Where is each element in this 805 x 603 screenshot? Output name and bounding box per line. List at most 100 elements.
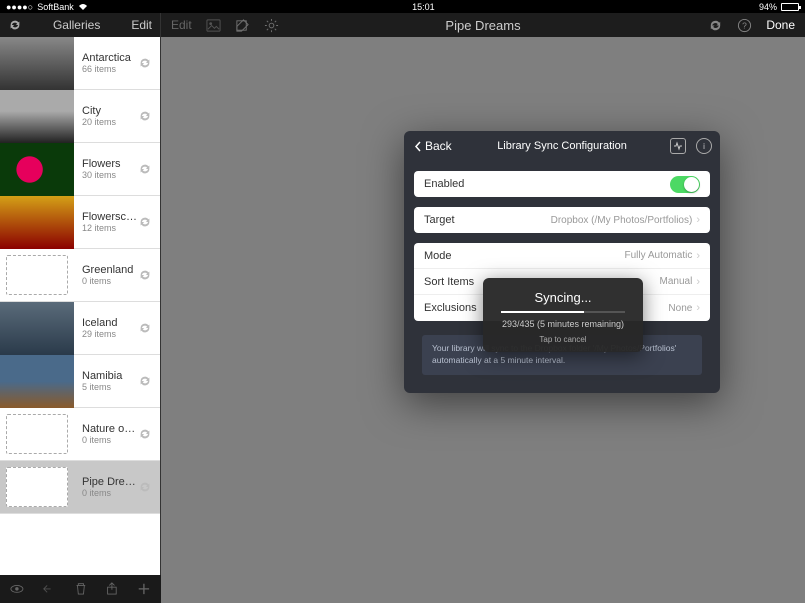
target-row[interactable]: Target Dropbox (/My Photos/Portfolios)› — [414, 207, 710, 233]
gallery-count: 0 items — [82, 435, 138, 445]
refresh-icon[interactable] — [708, 18, 723, 33]
gallery-item[interactable]: Flowers30 items — [0, 143, 160, 196]
enabled-row[interactable]: Enabled — [414, 171, 710, 197]
content-area: Edit Pipe Dreams ? Done Back Library Syn… — [161, 13, 805, 588]
gallery-count: 20 items — [82, 117, 138, 127]
gallery-info: Nature of…0 items — [74, 423, 138, 445]
sort-label: Sort Items — [424, 276, 474, 288]
sync-icon[interactable] — [138, 268, 152, 282]
gallery-info: City20 items — [74, 105, 138, 127]
undo-icon[interactable] — [42, 582, 56, 596]
sync-title: Syncing... — [493, 290, 633, 305]
gallery-title: Greenland — [82, 264, 138, 276]
svg-text:?: ? — [742, 20, 747, 30]
target-value: Dropbox (/My Photos/Portfolios) — [551, 215, 693, 226]
trash-icon[interactable] — [74, 582, 88, 596]
content-header: Edit Pipe Dreams ? Done — [161, 13, 805, 37]
battery-pct: 94% — [759, 2, 777, 12]
sync-icon[interactable] — [8, 18, 22, 32]
sync-icon[interactable] — [138, 321, 152, 335]
info-icon[interactable]: i — [696, 138, 712, 154]
chevron-right-icon: › — [696, 276, 700, 288]
target-label: Target — [424, 214, 455, 226]
gallery-count: 12 items — [82, 223, 138, 233]
gallery-title: Namibia — [82, 370, 138, 382]
gallery-item[interactable]: Iceland29 items — [0, 302, 160, 355]
content-edit-button[interactable]: Edit — [171, 18, 192, 32]
galleries-label: Galleries — [22, 18, 131, 32]
status-bar: ●●●●○ SoftBank 15:01 94% — [0, 0, 805, 13]
sidebar: Galleries Edit Antarctica66 items City20 … — [0, 13, 161, 588]
gear-icon[interactable] — [264, 18, 279, 33]
gallery-list[interactable]: Antarctica66 items City20 items Flowers30 … — [0, 37, 160, 588]
mode-value: Fully Automatic — [625, 250, 693, 261]
sync-icon[interactable] — [138, 162, 152, 176]
svg-text:i: i — [703, 142, 705, 151]
carrier-label: SoftBank — [37, 2, 74, 12]
chevron-right-icon: › — [696, 302, 700, 314]
gallery-info: Flowersc…12 items — [74, 211, 138, 233]
gallery-info: Flowers30 items — [74, 158, 138, 180]
sync-cancel-text: Tap to cancel — [493, 335, 633, 344]
add-icon[interactable] — [137, 582, 151, 596]
gallery-item[interactable]: Greenland0 items — [0, 249, 160, 302]
gallery-item[interactable]: Antarctica66 items — [0, 37, 160, 90]
compose-icon[interactable] — [235, 18, 250, 33]
modal-header: Back Library Sync Configuration i — [404, 131, 720, 161]
enabled-group: Enabled — [414, 171, 710, 197]
image-icon[interactable] — [206, 18, 221, 33]
share-icon[interactable] — [105, 582, 119, 596]
gallery-title: Flowers — [82, 158, 138, 170]
sync-progress-text: 293/435 (5 minutes remaining) — [493, 319, 633, 329]
gallery-thumbnail — [6, 255, 68, 295]
sync-icon[interactable] — [138, 480, 152, 494]
gallery-thumbnail — [0, 355, 74, 408]
help-icon[interactable]: ? — [737, 18, 752, 33]
eye-icon[interactable] — [10, 582, 24, 596]
gallery-item[interactable]: Nature of…0 items — [0, 408, 160, 461]
gallery-item[interactable]: City20 items — [0, 90, 160, 143]
enabled-label: Enabled — [424, 178, 464, 190]
battery-icon — [781, 3, 799, 11]
gallery-count: 0 items — [82, 488, 138, 498]
gallery-thumbnail — [0, 37, 74, 90]
progress-bar — [501, 311, 625, 313]
enabled-toggle[interactable] — [670, 176, 700, 193]
sort-value: Manual — [660, 276, 693, 287]
gallery-thumbnail — [0, 143, 74, 196]
sidebar-edit-button[interactable]: Edit — [131, 18, 152, 32]
sync-popup[interactable]: Syncing... 293/435 (5 minutes remaining)… — [483, 278, 643, 352]
modal-title: Library Sync Configuration — [497, 140, 627, 152]
sync-icon[interactable] — [138, 56, 152, 70]
gallery-item[interactable]: Flowersc…12 items — [0, 196, 160, 249]
target-group: Target Dropbox (/My Photos/Portfolios)› — [414, 207, 710, 233]
wifi-icon — [78, 3, 88, 11]
gallery-item[interactable]: Pipe Dre…0 items — [0, 461, 160, 514]
exclusions-value: None — [668, 303, 692, 314]
sync-icon[interactable] — [138, 427, 152, 441]
gallery-thumbnail — [0, 196, 74, 249]
gallery-thumbnail — [6, 467, 68, 507]
sync-icon[interactable] — [138, 109, 152, 123]
gallery-info: Iceland29 items — [74, 317, 138, 339]
gallery-thumbnail — [6, 414, 68, 454]
exclusions-label: Exclusions — [424, 302, 477, 314]
activity-icon[interactable] — [670, 138, 686, 154]
gallery-count: 0 items — [82, 276, 138, 286]
chevron-right-icon: › — [696, 214, 700, 226]
back-button[interactable]: Back — [404, 139, 452, 153]
gallery-title: City — [82, 105, 138, 117]
sync-icon[interactable] — [138, 374, 152, 388]
sidebar-header: Galleries Edit — [0, 13, 160, 37]
chevron-right-icon: › — [696, 250, 700, 262]
sync-icon[interactable] — [138, 215, 152, 229]
sync-config-modal: Back Library Sync Configuration i Enable… — [404, 131, 720, 393]
status-time: 15:01 — [412, 2, 435, 12]
gallery-title: Antarctica — [82, 52, 138, 64]
gallery-item[interactable]: Namibia5 items — [0, 355, 160, 408]
gallery-title: Nature of… — [82, 423, 138, 435]
gallery-info: Greenland0 items — [74, 264, 138, 286]
mode-label: Mode — [424, 250, 452, 262]
mode-row[interactable]: Mode Fully Automatic› — [414, 243, 710, 269]
done-button[interactable]: Done — [766, 18, 795, 32]
